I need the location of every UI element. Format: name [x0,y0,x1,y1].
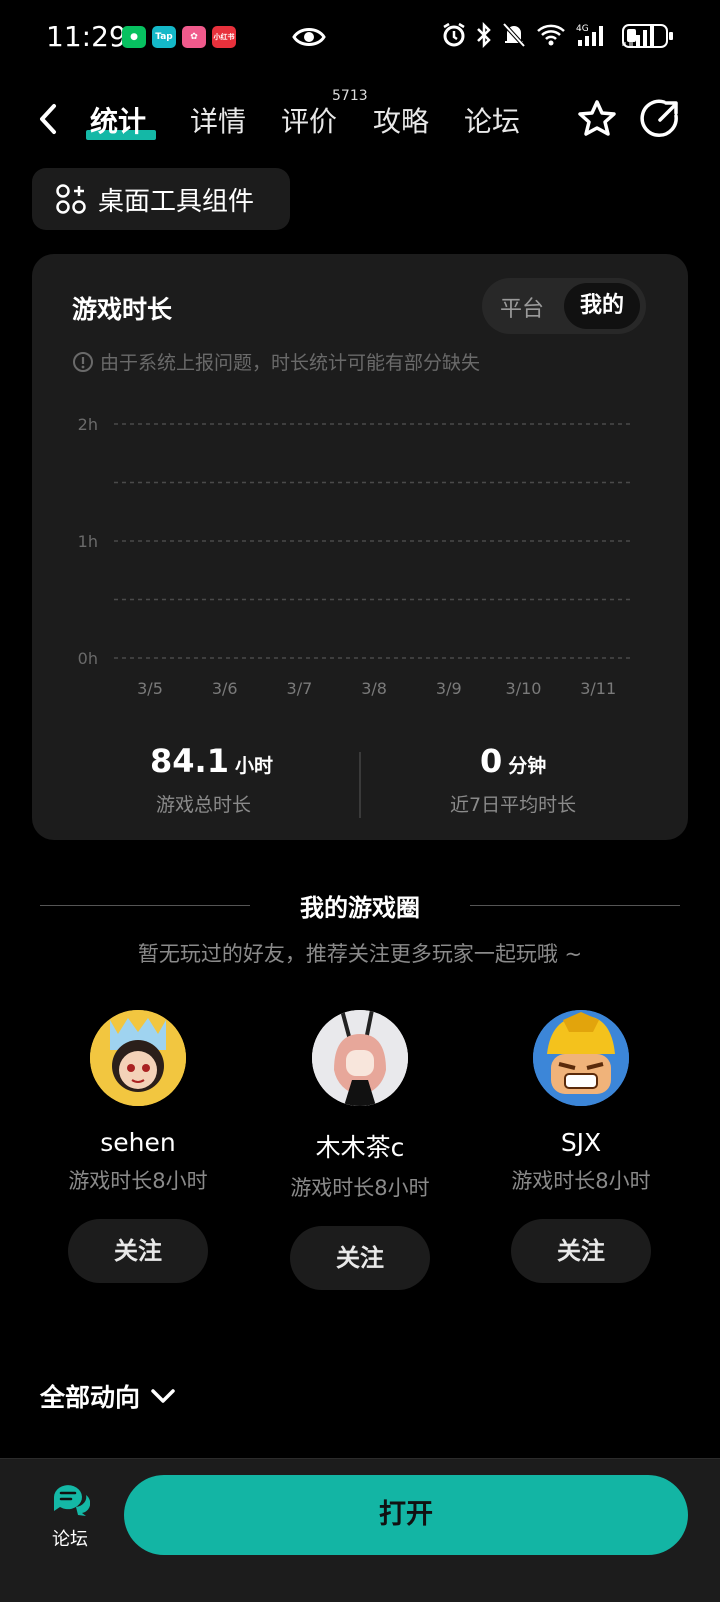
total-playtime: 84.1 小时 [150,742,273,780]
tab-reviews[interactable]: 评价 [281,100,337,140]
total-playtime-unit: 小时 [234,755,273,777]
friend-name: SJX [560,1128,602,1157]
tab-guides[interactable]: 攻略 [373,100,429,140]
bottom-action-bar: 论坛 打开 [0,1458,720,1602]
avatar-image [312,1010,408,1106]
tab-details[interactable]: 详情 [190,100,246,140]
info-icon [73,351,93,372]
total-playtime-value: 84.1 [150,742,229,780]
avatar[interactable] [533,1010,629,1106]
chevron-down-icon [151,1389,175,1403]
review-count-badge: 5713 [332,88,368,104]
widget-grid-icon [56,184,86,214]
segment-mine[interactable]: 我的 [564,283,640,329]
xiaohongshu-icon: 小红书 [212,26,236,48]
alarm-icon [443,22,465,47]
battery-icon [622,24,673,48]
desktop-widget-label: 桌面工具组件 [98,186,255,217]
average-playtime: 0 分钟 [480,742,546,780]
eye-icon [292,28,326,46]
playtime-stats-card: 游戏时长 平台 我的 由于系统上报问题，时长统计可能有部分缺失 2h 1h 0h 3/… [32,254,688,840]
forum-chat-icon [54,1485,91,1516]
tab-stats[interactable]: 统计 [90,100,146,140]
average-playtime-unit: 分钟 [508,755,547,777]
y-tick-label: 1h [78,532,98,551]
signal-4g-icon: 4G [576,24,603,46]
top-navigation: 统计 详情 评价 5713 攻略 论坛 [0,88,720,150]
x-tick-label: 3/6 [212,679,238,698]
platform-mine-toggle: 平台 我的 [482,278,646,334]
friend-card: SJX 游戏时长8小时 关注 [471,1010,691,1283]
desktop-widget-button[interactable]: 桌面工具组件 [32,168,290,230]
friend-playtime: 游戏时长8小时 [68,1169,208,1193]
all-activity-dropdown[interactable]: 全部动向 [40,1378,176,1414]
avatar[interactable] [312,1010,408,1106]
x-tick-label: 3/11 [580,679,616,698]
status-bar: 11:29 ● Tap ✿ 小红书 4G [0,0,720,72]
friend-card: sehen 游戏时长8小时 关注 [28,1010,248,1283]
stats-divider [359,752,361,818]
notification-icons: ● Tap ✿ 小红书 [122,26,236,48]
x-tick-label: 3/10 [506,679,542,698]
star-favorite-icon[interactable] [576,98,618,140]
x-tick-label: 3/7 [287,679,313,698]
friend-playtime: 游戏时长8小时 [290,1176,430,1200]
avatar[interactable] [90,1010,186,1106]
svg-text:4G: 4G [576,24,589,34]
follow-button[interactable]: 关注 [511,1219,651,1283]
x-tick-label: 3/8 [361,679,387,698]
avatar-image [90,1010,186,1106]
mute-bell-icon [502,22,526,48]
avatar-image [533,1010,629,1106]
friend-card: 木木茶c 游戏时长8小时 关注 [250,1010,470,1290]
average-playtime-label: 近7日平均时长 [450,794,577,816]
notice-text: 由于系统上报问题，时长统计可能有部分缺失 [100,352,481,374]
game-circle-subtitle: 暂无玩过的好友，推荐关注更多玩家一起玩哦 ~ [137,942,583,966]
friend-name: sehen [100,1128,176,1157]
x-tick-label: 3/5 [137,679,163,698]
forum-shortcut[interactable]: 论坛 [44,1481,96,1551]
follow-button[interactable]: 关注 [68,1219,208,1283]
back-arrow-icon[interactable] [36,102,62,136]
share-icon[interactable] [640,98,680,140]
wifi-icon [537,24,565,46]
forum-label: 论坛 [52,1529,88,1550]
card-title: 游戏时长 [72,295,173,324]
y-tick-label: 2h [78,415,98,434]
segment-platform[interactable]: 平台 [500,291,544,323]
bilibili-icon: ✿ [182,26,206,48]
data-notice: 由于系统上报问题，时长统计可能有部分缺失 [72,348,480,375]
friend-playtime: 游戏时长8小时 [511,1169,651,1193]
follow-button[interactable]: 关注 [290,1226,430,1290]
status-time: 11:29 [46,20,127,53]
x-tick-label: 3/9 [436,679,462,698]
tab-forum[interactable]: 论坛 [464,100,520,140]
game-circle-title: 我的游戏圈 [300,894,420,922]
open-game-button[interactable]: 打开 [124,1475,688,1555]
all-activity-label: 全部动向 [40,1383,141,1412]
total-playtime-label: 游戏总时长 [156,794,252,816]
playtime-chart: 2h 1h 0h 3/5 3/6 3/7 3/8 3/9 3/10 3/11 [78,415,634,698]
friend-name: 木木茶c [315,1133,405,1162]
wechat-icon: ● [122,26,146,48]
taptap-icon: Tap [152,26,176,48]
y-tick-label: 0h [78,649,98,668]
bluetooth-icon [477,22,491,48]
average-playtime-value: 0 [480,742,503,780]
